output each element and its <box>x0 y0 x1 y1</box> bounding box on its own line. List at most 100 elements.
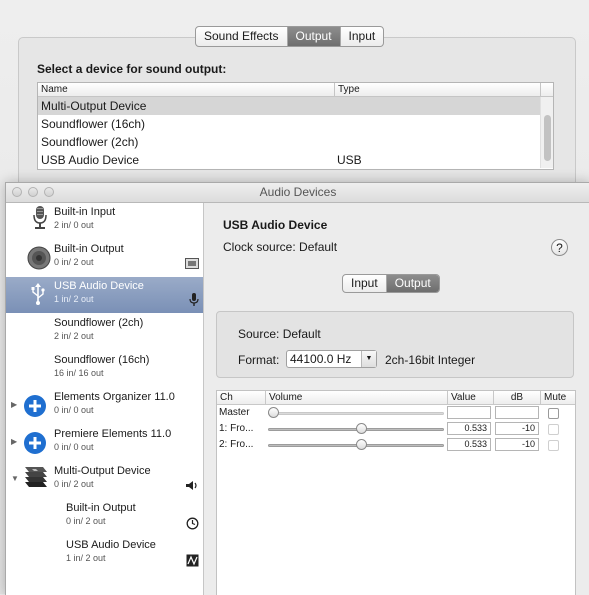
tab-output[interactable]: Output <box>386 275 439 292</box>
tab-input[interactable]: Input <box>341 27 384 46</box>
device-name: Built-in Output <box>54 243 124 255</box>
db-field[interactable]: -10 <box>495 438 539 451</box>
table-row: Master <box>217 405 575 421</box>
sample-rate-select[interactable]: 44100.0 Hz ▼ <box>286 350 377 368</box>
audio-devices-window: Audio Devices Built-in Input 2 in/ 0 out… <box>5 182 589 595</box>
device-name: Premiere Elements 11.0 <box>54 428 172 440</box>
tab-sound-effects[interactable]: Sound Effects <box>196 27 288 46</box>
format-label: Format: <box>238 353 280 367</box>
tab-output[interactable]: Output <box>287 27 341 46</box>
device-name: Soundflower (16ch) <box>54 354 150 366</box>
column-ch: Ch <box>220 392 233 403</box>
table-row[interactable]: Multi-Output Device <box>38 97 553 115</box>
default-output-speaker-icon <box>185 480 199 494</box>
mute-checkbox[interactable] <box>548 440 559 451</box>
column-name[interactable]: Name <box>41 83 68 96</box>
sample-rate-value: 44100.0 Hz <box>290 352 352 366</box>
mute-checkbox[interactable] <box>548 408 559 419</box>
device-channels: 0 in/ 2 out <box>66 516 106 526</box>
device-channels: 0 in/ 2 out <box>54 257 94 267</box>
help-button[interactable]: ? <box>551 239 568 256</box>
table-header: Name Type <box>38 83 553 97</box>
scrollbar-thumb[interactable] <box>544 115 551 161</box>
disclosure-triangle-icon[interactable]: ▶ <box>11 400 17 409</box>
device-name: Soundflower (16ch) <box>41 117 146 131</box>
db-field[interactable]: -10 <box>495 422 539 435</box>
device-channels: 16 in/ 16 out <box>54 368 104 378</box>
system-output-icon <box>185 258 199 272</box>
usb-icon <box>30 283 54 307</box>
device-name: USB Audio Device <box>41 153 140 167</box>
disclosure-triangle-icon[interactable]: ▶ <box>11 437 17 446</box>
device-name: Soundflower (2ch) <box>54 317 144 329</box>
volume-table-header: Ch Volume Value dB Mute <box>217 391 575 405</box>
device-name: Soundflower (2ch) <box>41 135 139 149</box>
device-channels: 2 in/ 0 out <box>54 220 94 230</box>
chevron-down-icon[interactable]: ▼ <box>361 351 376 367</box>
clock-master-icon <box>186 517 199 533</box>
sidebar-item-built-in-output[interactable]: Built-in Output 0 in/ 2 out <box>6 240 203 276</box>
volume-slider[interactable] <box>355 423 367 434</box>
db-field[interactable] <box>495 406 539 419</box>
aggregate-plus-icon <box>23 431 47 455</box>
channel-label: Master <box>219 407 250 418</box>
value-field[interactable]: 0.533 <box>447 438 491 451</box>
sidebar-item-built-in-input[interactable]: Built-in Input 2 in/ 0 out <box>6 203 203 239</box>
column-db: dB <box>493 391 540 404</box>
output-device-table: Name Type Multi-Output Device Soundflowe… <box>37 82 554 170</box>
column-type[interactable]: Type <box>334 83 360 96</box>
multi-output-stack-icon <box>21 466 47 490</box>
device-name: USB Audio Device <box>54 280 144 292</box>
disclosure-triangle-expanded-icon[interactable]: ▼ <box>11 474 19 483</box>
device-name: Multi-Output Device <box>54 465 151 477</box>
device-channels: 1 in/ 2 out <box>54 294 94 304</box>
clock-source-label[interactable]: Clock source: Default <box>223 240 337 254</box>
value-field[interactable]: 0.533 <box>447 422 491 435</box>
device-channels: 1 in/ 2 out <box>66 553 106 563</box>
device-name: Built-in Input <box>54 206 116 218</box>
sidebar-subitem-built-in-output[interactable]: Built-in Output 0 in/ 2 out <box>6 499 203 535</box>
column-mute: Mute <box>540 391 566 404</box>
table-row[interactable]: Soundflower (16ch) <box>38 115 553 133</box>
sound-prefs-tabs: Sound Effects Output Input <box>195 26 385 47</box>
aggregate-plus-icon <box>23 394 47 418</box>
table-row[interactable]: USB Audio Device USB <box>38 151 553 169</box>
table-row[interactable]: Soundflower (2ch) <box>38 133 553 151</box>
default-input-mic-icon <box>189 293 199 310</box>
column-volume: Volume <box>265 391 302 404</box>
sidebar-item-soundflower-16ch[interactable]: Soundflower (16ch) 16 in/ 16 out <box>6 351 203 387</box>
volume-slider-track[interactable] <box>268 412 444 415</box>
output-device-heading: Select a device for sound output: <box>37 62 227 76</box>
volume-slider[interactable] <box>355 439 367 450</box>
bit-format-label[interactable]: 2ch-16bit Integer <box>385 353 475 367</box>
sidebar-item-multi-output-device[interactable]: ▼ Multi-Output Device 0 in/ 2 out <box>6 462 203 498</box>
volume-slider[interactable] <box>268 407 279 418</box>
device-name: Multi-Output Device <box>41 99 147 113</box>
drift-correction-icon <box>186 554 199 570</box>
microphone-icon <box>28 205 52 229</box>
mute-checkbox[interactable] <box>548 424 559 435</box>
device-table-scrollbar[interactable] <box>540 97 553 168</box>
sidebar-item-elements-organizer[interactable]: ▶ Elements Organizer 11.0 0 in/ 0 out <box>6 388 203 424</box>
column-value: Value <box>447 391 476 404</box>
device-channels: 0 in/ 2 out <box>54 479 94 489</box>
column-spacer <box>540 83 553 96</box>
device-sidebar: Built-in Input 2 in/ 0 out Built-in Outp… <box>6 203 204 595</box>
value-field[interactable] <box>447 406 491 419</box>
selected-device-title: USB Audio Device <box>223 218 328 232</box>
sidebar-subitem-usb-audio-device[interactable]: USB Audio Device 1 in/ 2 out <box>6 536 203 572</box>
device-type: USB <box>337 153 362 167</box>
source-label: Source: Default <box>238 327 321 341</box>
window-title: Audio Devices <box>259 185 337 199</box>
sidebar-item-premiere-elements[interactable]: ▶ Premiere Elements 11.0 0 in/ 0 out <box>6 425 203 461</box>
tab-input[interactable]: Input <box>343 275 387 292</box>
device-channels: 0 in/ 0 out <box>54 442 94 452</box>
device-channels: 0 in/ 0 out <box>54 405 94 415</box>
channel-label: 1: Fro... <box>219 423 254 434</box>
sidebar-item-soundflower-2ch[interactable]: Soundflower (2ch) 2 in/ 2 out <box>6 314 203 350</box>
table-row: 2: Fro... 0.533 -10 <box>217 437 575 453</box>
window-titlebar[interactable]: Audio Devices <box>6 183 589 203</box>
device-name: Elements Organizer 11.0 <box>54 391 175 403</box>
device-name: Built-in Output <box>66 502 136 514</box>
sidebar-item-usb-audio-device[interactable]: USB Audio Device 1 in/ 2 out <box>6 277 203 313</box>
